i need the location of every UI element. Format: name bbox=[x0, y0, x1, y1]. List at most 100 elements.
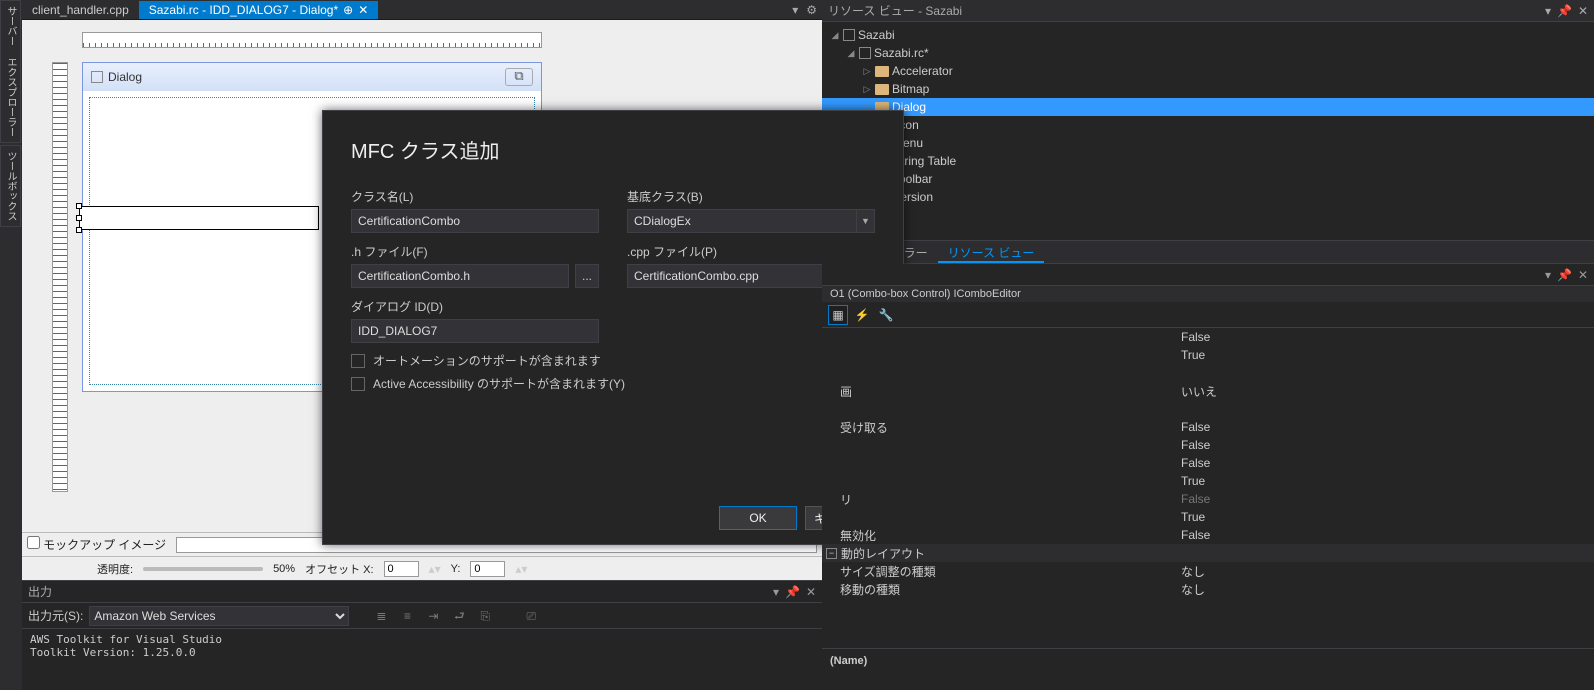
tree-row[interactable]: ✕Icon bbox=[822, 116, 1594, 134]
prop-row[interactable]: 受け取るFalse bbox=[822, 418, 1594, 436]
output-header: 出力 ▾ 📌 ✕ bbox=[22, 581, 822, 603]
collapse-icon[interactable]: ◢ bbox=[830, 30, 840, 41]
properties-grid[interactable]: False True 画いいえ 受け取るFalse False False Tr… bbox=[822, 328, 1594, 648]
resize-handle[interactable] bbox=[76, 203, 82, 209]
close-icon[interactable]: ⧉ bbox=[505, 68, 533, 86]
vtab-server-explorer[interactable]: サーバー エクスプローラー bbox=[0, 0, 21, 143]
chevron-down-icon[interactable]: ▼ bbox=[857, 209, 875, 233]
output-text[interactable]: AWS Toolkit for Visual Studio Toolkit Ve… bbox=[22, 629, 822, 690]
ok-button[interactable]: OK bbox=[719, 506, 797, 530]
h-file-browse-button[interactable]: ... bbox=[575, 264, 599, 288]
checkbox-icon[interactable] bbox=[351, 354, 365, 368]
dropdown-icon[interactable]: ▾ bbox=[1545, 4, 1551, 18]
toolbar-btn[interactable]: ⮐ bbox=[449, 607, 469, 625]
resize-handle[interactable] bbox=[76, 215, 82, 221]
class-name-label: クラス名(L) bbox=[351, 188, 599, 205]
expand-icon[interactable]: ▷ bbox=[862, 66, 872, 77]
output-source-select[interactable]: Amazon Web Services bbox=[89, 606, 349, 626]
resource-tree[interactable]: ◢Sazabi ◢Sazabi.rc* ▷Accelerator ▷Bitmap… bbox=[822, 22, 1594, 240]
main-area: client_handler.cpp Sazabi.rc - IDD_DIALO… bbox=[22, 0, 1594, 690]
toolbar-btn[interactable]: ≣ bbox=[371, 607, 391, 625]
tree-row[interactable]: ▷Bitmap bbox=[822, 80, 1594, 98]
combo-control[interactable] bbox=[79, 206, 319, 230]
accessibility-checkbox-row[interactable]: Active Accessibility のサポートが含まれます(Y) bbox=[351, 372, 875, 395]
close-icon[interactable]: ✕ bbox=[358, 3, 368, 17]
dialog-preview-titlebar[interactable]: Dialog ⧉ bbox=[83, 63, 541, 91]
mockup-checkbox-input[interactable] bbox=[27, 536, 40, 549]
editor-opacity-bar: 透明度: 50% オフセット X: ▴▾ Y: ▴▾ bbox=[22, 556, 822, 580]
properties-description: (Name) bbox=[822, 648, 1594, 690]
horizontal-ruler bbox=[82, 32, 542, 48]
stepper-icon[interactable]: ▴▾ bbox=[515, 562, 527, 576]
dropdown-icon[interactable]: ▾ bbox=[1545, 268, 1551, 282]
dropdown-icon[interactable]: ▾ bbox=[792, 3, 798, 17]
base-class-select[interactable]: CDialogEx bbox=[627, 209, 857, 233]
h-file-input[interactable] bbox=[351, 264, 569, 288]
prop-row[interactable]: False bbox=[822, 454, 1594, 472]
toolbar-btn[interactable]: ≡ bbox=[397, 607, 417, 625]
tree-row[interactable]: Menu bbox=[822, 134, 1594, 152]
gear-icon[interactable]: ⚙ bbox=[806, 3, 817, 17]
tab-sazabi-rc[interactable]: Sazabi.rc - IDD_DIALOG7 - Dialog* ⊕ ✕ bbox=[139, 1, 379, 19]
folder-icon bbox=[875, 66, 889, 77]
pin-icon[interactable]: 📌 bbox=[1557, 268, 1572, 282]
close-icon[interactable]: ✕ bbox=[806, 585, 816, 599]
tree-row[interactable]: String Table bbox=[822, 152, 1594, 170]
resize-handle[interactable] bbox=[76, 227, 82, 233]
offset-y-label: Y: bbox=[451, 563, 461, 575]
categorized-button[interactable]: ▦ bbox=[828, 305, 848, 325]
pin-icon[interactable]: 📌 bbox=[1557, 4, 1572, 18]
tab-resource-view[interactable]: リソース ビュー bbox=[938, 241, 1045, 263]
prop-row[interactable]: サイズ調整の種類なし bbox=[822, 562, 1594, 580]
toolbar-btn[interactable]: ⎘ bbox=[475, 607, 495, 625]
dropdown-icon[interactable]: ▾ bbox=[773, 585, 779, 599]
tree-row-dialog[interactable]: ▷Dialog bbox=[822, 98, 1594, 116]
tab-label: Sazabi.rc - IDD_DIALOG7 - Dialog* bbox=[149, 3, 338, 17]
stepper-icon[interactable]: ▴▾ bbox=[429, 562, 441, 576]
prop-row[interactable]: True bbox=[822, 508, 1594, 526]
prop-row[interactable]: False bbox=[822, 436, 1594, 454]
collapse-icon[interactable]: ◢ bbox=[846, 48, 856, 59]
tree-label: Sazabi bbox=[858, 28, 895, 42]
properties-button[interactable]: 🔧 bbox=[876, 305, 896, 325]
vtab-toolbox[interactable]: ツールボックス bbox=[0, 145, 21, 227]
pin-icon[interactable]: 📌 bbox=[785, 585, 800, 599]
pin-icon[interactable]: ⊕ bbox=[343, 3, 353, 17]
automation-checkbox-row[interactable]: オートメーションのサポートが含まれます bbox=[351, 349, 875, 372]
prop-row[interactable]: 移動の種類なし bbox=[822, 580, 1594, 598]
prop-category[interactable]: −動的レイアウト bbox=[822, 544, 1594, 562]
class-name-input[interactable] bbox=[351, 209, 599, 233]
toolbar-btn[interactable]: ⇥ bbox=[423, 607, 443, 625]
tree-row[interactable]: ◢ Sazabi bbox=[822, 26, 1594, 44]
tree-row[interactable]: Version bbox=[822, 188, 1594, 206]
tree-row[interactable]: ▷Accelerator bbox=[822, 62, 1594, 80]
tab-client-handler[interactable]: client_handler.cpp bbox=[22, 1, 139, 19]
close-icon[interactable]: ✕ bbox=[1578, 268, 1588, 282]
opacity-slider[interactable] bbox=[143, 567, 263, 571]
project-icon bbox=[843, 29, 855, 41]
close-icon[interactable]: ✕ bbox=[1578, 4, 1588, 18]
tree-row[interactable]: ◢Sazabi.rc* bbox=[822, 44, 1594, 62]
automation-label: オートメーションのサポートが含まれます bbox=[373, 352, 601, 369]
view-tabs: エクスプローラー リソース ビュー bbox=[822, 240, 1594, 264]
tree-row[interactable]: Toolbar bbox=[822, 170, 1594, 188]
cpp-file-input[interactable] bbox=[627, 264, 845, 288]
prop-row[interactable]: True bbox=[822, 472, 1594, 490]
toolbar-btn[interactable]: ⎚ bbox=[521, 607, 541, 625]
prop-row[interactable]: True bbox=[822, 346, 1594, 364]
mockup-checkbox[interactable]: モックアップ イメージ bbox=[27, 536, 166, 553]
prop-row[interactable]: 無効化False bbox=[822, 526, 1594, 544]
events-button[interactable]: ⚡ bbox=[852, 305, 872, 325]
prop-row[interactable]: 画いいえ bbox=[822, 382, 1594, 400]
properties-subject[interactable]: O1 (Combo-box Control) IComboEditor bbox=[822, 286, 1594, 302]
dialog-id-input[interactable] bbox=[351, 319, 599, 343]
offset-y-input[interactable] bbox=[470, 561, 505, 577]
expand-icon[interactable]: ▷ bbox=[862, 84, 872, 95]
h-file-label: .h ファイル(F) bbox=[351, 243, 599, 260]
rc-icon bbox=[859, 47, 871, 59]
offset-x-input[interactable] bbox=[384, 561, 419, 577]
checkbox-icon[interactable] bbox=[351, 377, 365, 391]
collapse-icon[interactable]: − bbox=[826, 548, 837, 559]
prop-row[interactable]: リFalse bbox=[822, 490, 1594, 508]
prop-row[interactable]: False bbox=[822, 328, 1594, 346]
